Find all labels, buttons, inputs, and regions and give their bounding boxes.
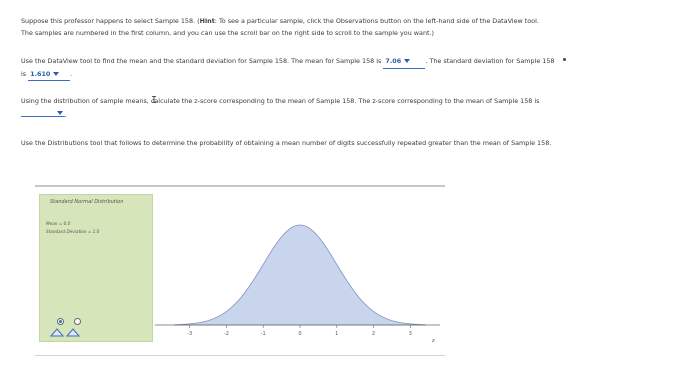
mean-label: Mean = 0.0	[46, 221, 71, 226]
p1-text-a: Suppose this professor happens to select…	[21, 17, 200, 25]
text-cursor-icon: I	[151, 95, 158, 106]
radio-one-tail[interactable]	[57, 318, 64, 325]
sd-label: Standard Deviation = 1.0	[46, 229, 100, 234]
question-paragraph-1: Suppose this professor happens to select…	[21, 16, 551, 39]
normal-curve-plot: -3 -2 -1 0 1 2 3 z	[155, 224, 440, 344]
question-paragraph-4: Use the Distributions tool that follows …	[21, 139, 552, 147]
question-paragraph-2: Use the DataView tool to find the mean a…	[21, 56, 561, 81]
hint-label: Hint	[199, 17, 215, 25]
radio-two-tail[interactable]	[74, 318, 81, 325]
tool-top-divider	[35, 185, 445, 187]
normal-curve	[174, 224, 426, 326]
p3-text-b: .	[65, 110, 68, 119]
bullet-dot	[563, 58, 566, 61]
chevron-down-icon	[57, 110, 63, 115]
one-tail-icon[interactable]	[50, 328, 64, 337]
tool-bottom-divider	[35, 355, 445, 356]
two-tail-icon[interactable]	[66, 328, 80, 337]
question-paragraph-3: Using the distribution of sample means, …	[21, 96, 561, 121]
mean-dropdown[interactable]: 7.06	[383, 56, 426, 69]
sd-dropdown[interactable]: 1.610	[28, 69, 71, 81]
x-axis-label: z	[431, 338, 435, 344]
p2-text-c: .	[70, 69, 73, 78]
x-tick-label: -3	[187, 331, 192, 337]
x-tick-label: -1	[261, 331, 266, 337]
chevron-down-icon	[404, 59, 411, 63]
x-tick-label: 0	[298, 331, 301, 337]
x-tick-label: 2	[372, 331, 375, 337]
mean-dropdown-value: 7.06	[385, 57, 402, 65]
tool-control-panel: Standard Normal Distribution Mean = 0.0 …	[39, 194, 153, 342]
sd-dropdown-value: 1.610	[30, 69, 51, 78]
p2-text-a: Use the DataView tool to find the mean a…	[21, 57, 382, 65]
tool-title: Standard Normal Distribution	[50, 199, 124, 205]
x-tick-label: -2	[224, 331, 229, 337]
distributions-tool: Standard Normal Distribution Mean = 0.0 …	[35, 185, 445, 357]
z-score-dropdown[interactable]	[21, 108, 65, 117]
p3-text-a: Using the distribution of sample means, …	[21, 97, 540, 105]
x-tick-label: 3	[409, 331, 412, 337]
chevron-down-icon	[53, 71, 60, 76]
x-tick-label: 1	[335, 331, 338, 337]
